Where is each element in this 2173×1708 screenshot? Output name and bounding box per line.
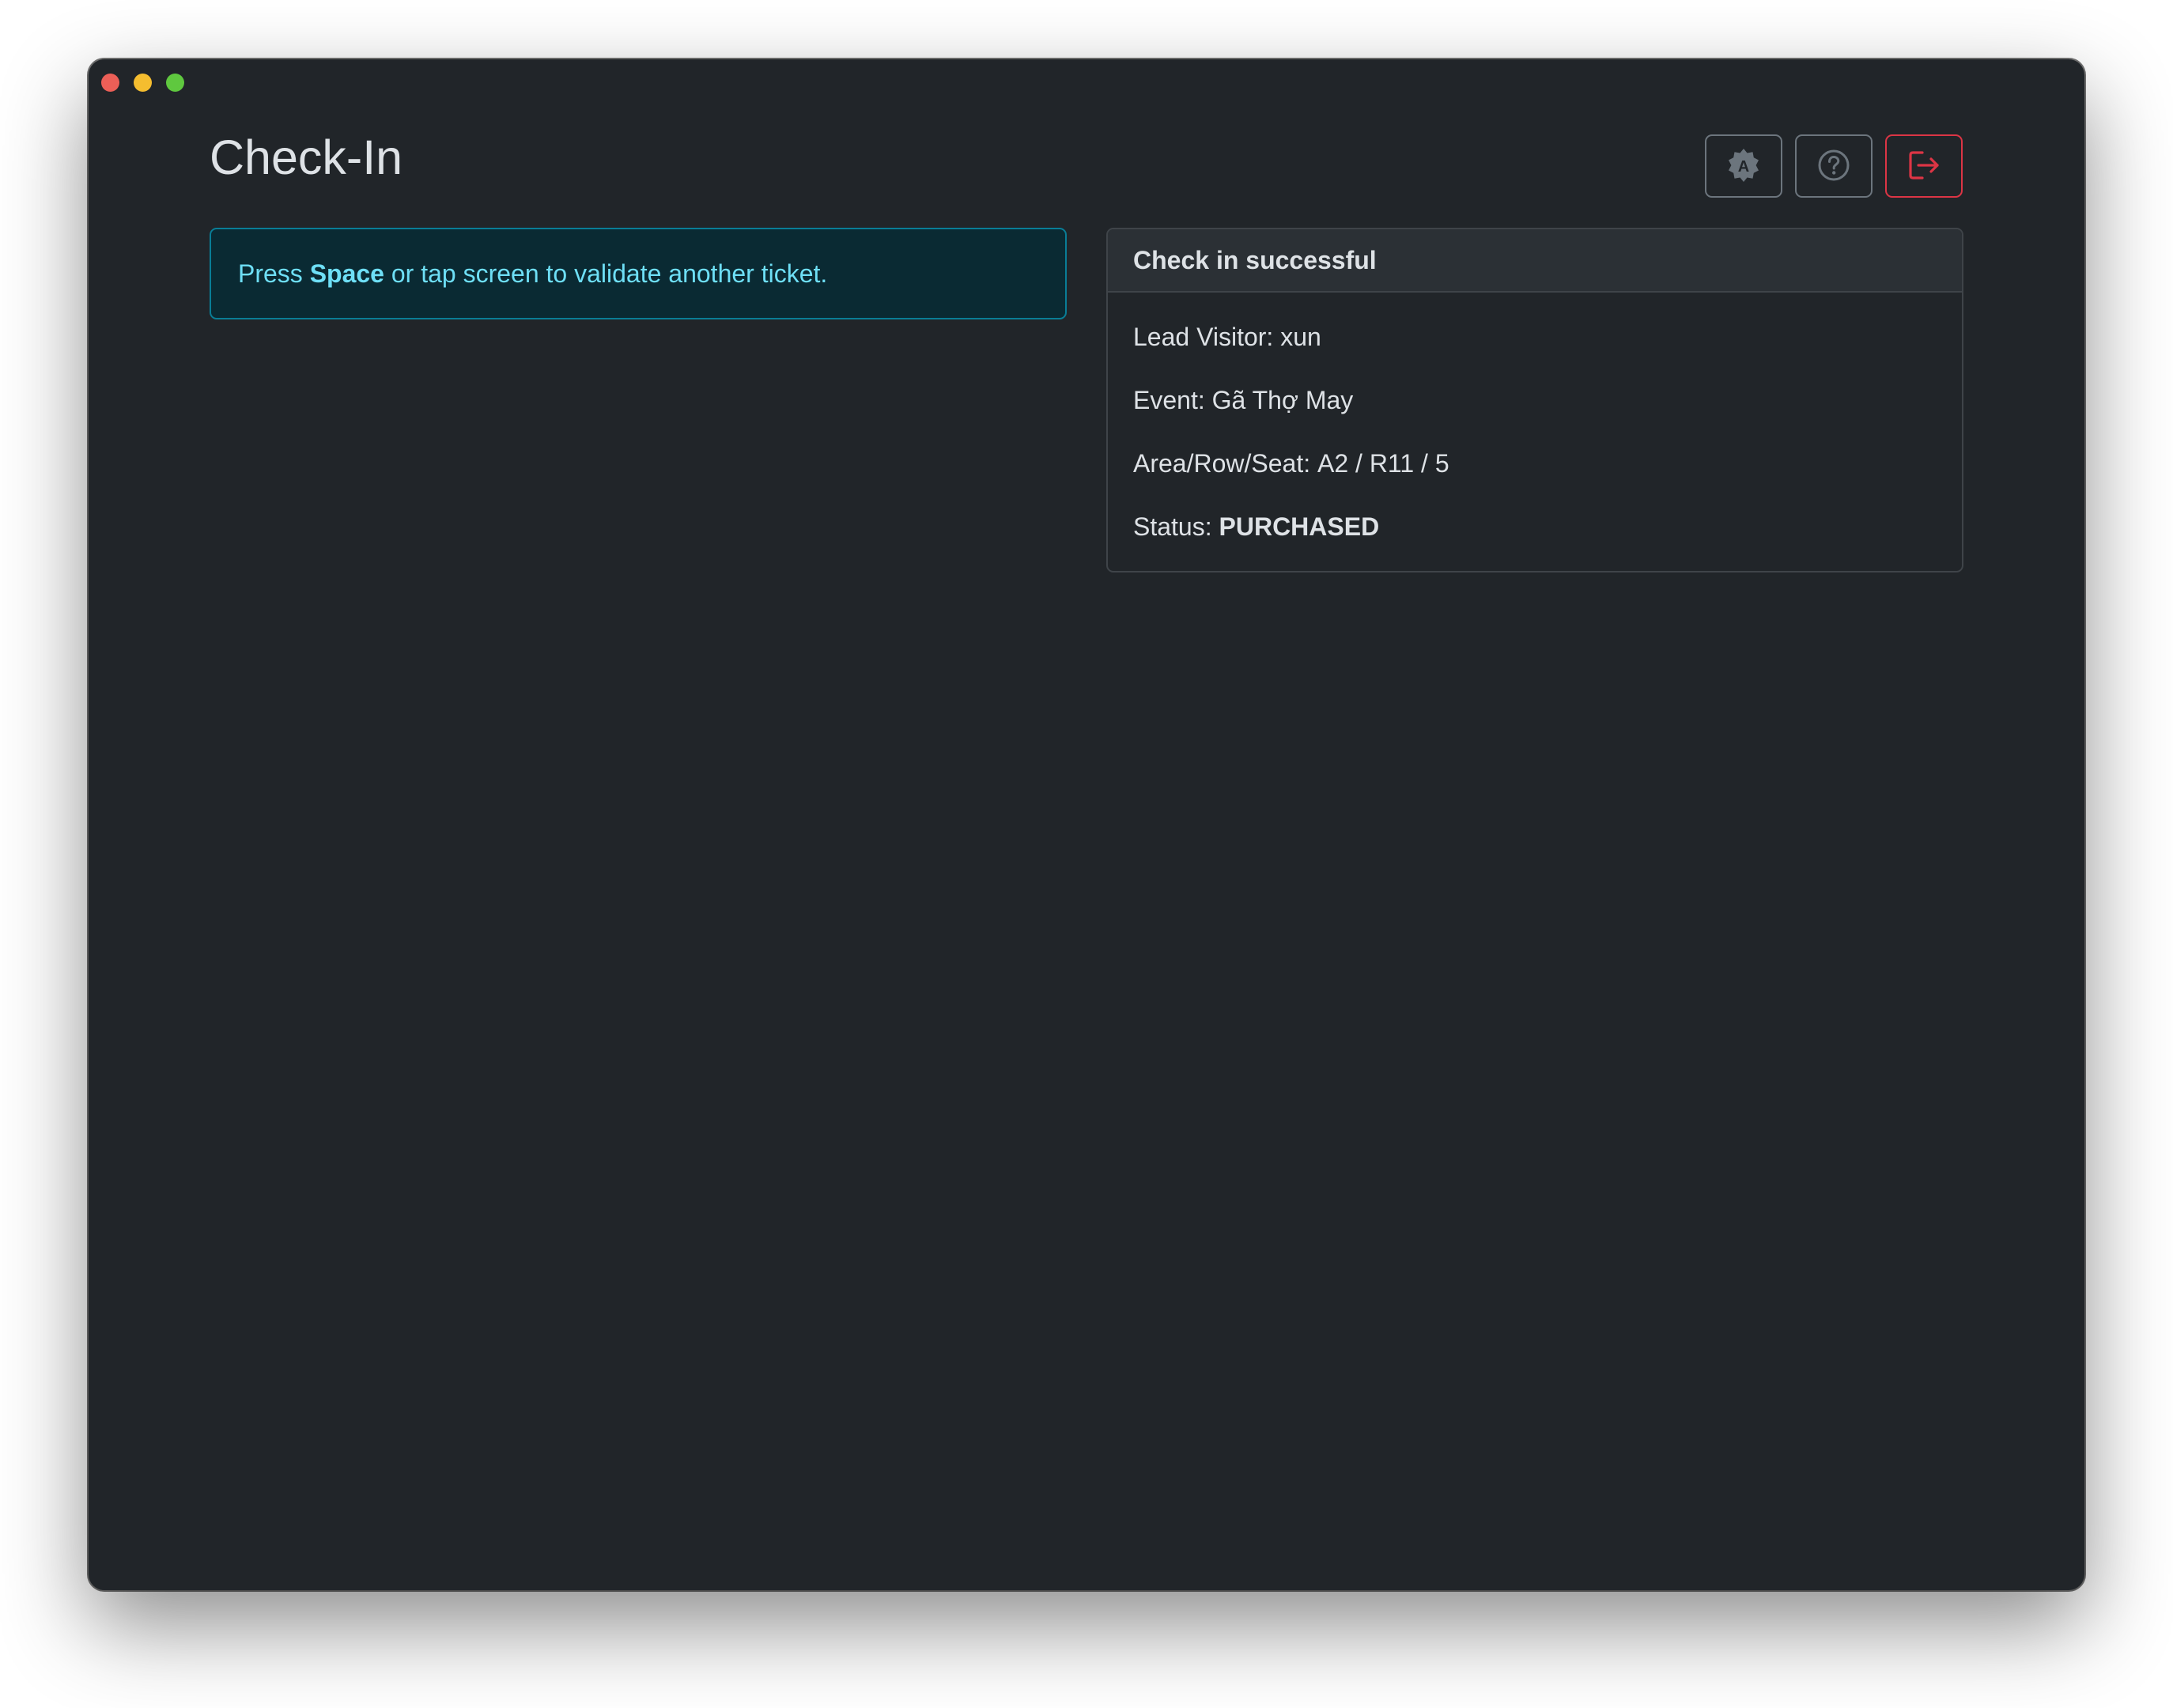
lead-visitor-label: Lead Visitor: xyxy=(1133,322,1274,351)
lead-visitor-value: xun xyxy=(1280,322,1321,351)
status-value: PURCHASED xyxy=(1219,512,1380,541)
seat-value: A2 / R11 / 5 xyxy=(1317,448,1449,478)
window-controls xyxy=(101,74,184,92)
svg-text:A: A xyxy=(1738,158,1749,176)
check-in-result-card: Check in successful Lead Visitor: xun Ev… xyxy=(1106,228,1963,572)
seat-label: Area/Row/Seat: xyxy=(1133,448,1311,478)
event-label: Event: xyxy=(1133,385,1205,414)
status-line: Status: PURCHASED xyxy=(1133,495,1937,558)
question-circle-icon xyxy=(1817,149,1850,184)
alert-suffix: or tap screen to validate another ticket… xyxy=(384,259,828,288)
seat-line: Area/Row/Seat: A2 / R11 / 5 xyxy=(1133,432,1937,495)
alert-key: Space xyxy=(309,259,384,288)
close-window-button[interactable] xyxy=(101,74,119,92)
maximize-window-button[interactable] xyxy=(166,74,184,92)
result-header: Check in successful xyxy=(1108,229,1962,293)
event-value: Gã Thợ May xyxy=(1211,385,1354,414)
app-window: Check-In A Press Space or tap screen to … xyxy=(89,59,2084,1590)
instruction-alert[interactable]: Press Space or tap screen to validate an… xyxy=(210,228,1067,319)
result-body: Lead Visitor: xun Event: Gã Thợ May Area… xyxy=(1108,293,1962,558)
minimize-window-button[interactable] xyxy=(134,74,152,92)
help-button[interactable] xyxy=(1795,134,1873,198)
theme-toggle-button[interactable]: A xyxy=(1705,134,1782,198)
event-line: Event: Gã Thợ May xyxy=(1133,368,1937,432)
lead-visitor-line: Lead Visitor: xun xyxy=(1133,305,1937,368)
logout-button[interactable] xyxy=(1885,134,1963,198)
logout-icon xyxy=(1907,148,1941,185)
page-title: Check-In xyxy=(210,130,403,184)
auto-theme-icon: A xyxy=(1725,147,1762,186)
status-label: Status: xyxy=(1133,512,1212,541)
toolbar: A xyxy=(1705,134,1963,198)
alert-prefix: Press xyxy=(238,259,310,288)
